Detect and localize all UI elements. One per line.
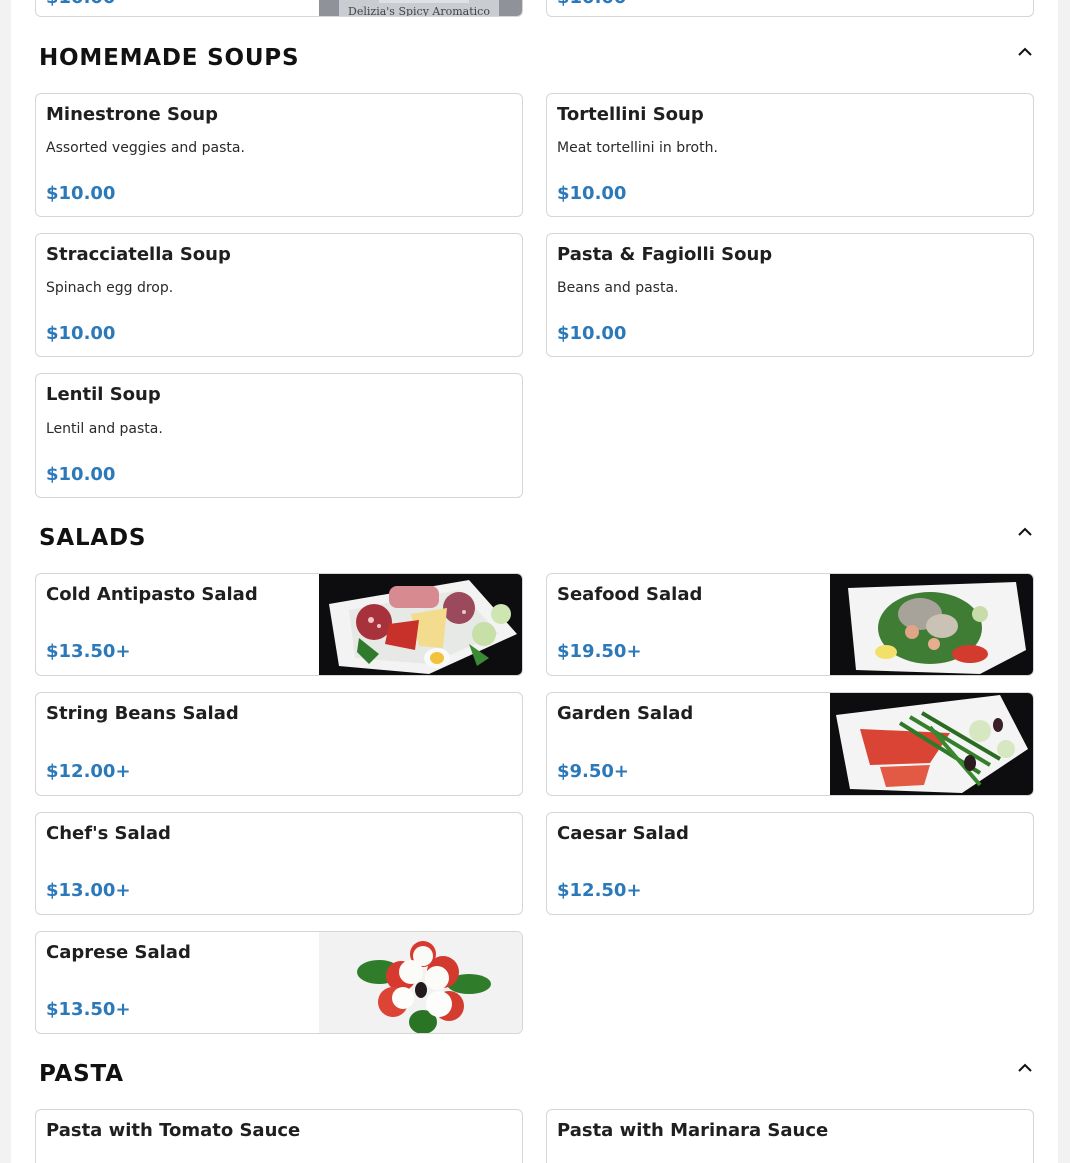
item-description: Beans and pasta. [557,280,679,296]
section-title-soups: HOMEMADE SOUPS [39,45,300,71]
item-description: Meat tortellini in broth. [557,140,718,156]
item-price: $10.00 [46,323,116,344]
menu-item-card[interactable]: Minestrone Soup Assorted veggies and pas… [35,93,523,217]
item-price: $13.00+ [46,880,131,901]
chevron-up-icon[interactable] [1016,525,1034,539]
item-name: Minestrone Soup [46,104,218,125]
item-description: Assorted veggies and pasta. [46,140,245,156]
item-description: Lentil and pasta. [46,421,163,437]
item-name: Tortellini Soup [557,104,704,125]
item-price: $10.00 [557,323,627,344]
item-name: Lentil Soup [46,384,161,405]
item-photo: Delizia's Spicy Aromatico [319,0,522,16]
item-name: String Beans Salad [46,703,239,724]
item-photo [830,574,1033,675]
menu-item-card[interactable]: Lentil Soup Lentil and pasta. $10.00 [35,373,523,498]
item-price: $10.00 [46,0,115,8]
menu-item-card[interactable]: Caesar Salad $12.50+ [546,812,1034,915]
menu-item-card[interactable]: Tortellini Soup Meat tortellini in broth… [546,93,1034,217]
item-name: Cold Antipasto Salad [46,584,258,605]
menu-page: $10.00 Delizia's Spicy Aromatico $10.00 … [11,0,1058,1163]
menu-item-card[interactable]: String Beans Salad $12.00+ [35,692,523,796]
menu-item-card[interactable]: $10.00 [546,0,1034,17]
item-name: Seafood Salad [557,584,703,605]
menu-item-card[interactable]: Stracciatella Soup Spinach egg drop. $10… [35,233,523,357]
chevron-up-icon[interactable] [1016,45,1034,59]
item-price: $10.00 [46,464,116,485]
menu-item-card[interactable]: Garden Salad $9.50+ [546,692,1034,796]
item-price: $13.50+ [46,641,131,662]
menu-item-card[interactable]: Cold Antipasto Salad $13.50+ [35,573,523,676]
menu-item-card[interactable]: Pasta with Marinara Sauce [546,1109,1034,1163]
item-price: $10.00 [557,0,626,8]
item-photo [319,574,522,675]
item-photo [830,693,1033,795]
menu-item-card[interactable]: $10.00 Delizia's Spicy Aromatico [35,0,523,17]
item-name: Pasta with Marinara Sauce [557,1120,829,1141]
item-price: $9.50+ [557,761,630,782]
item-photo [319,932,522,1033]
item-price: $10.00 [46,183,116,204]
item-name: Caprese Salad [46,942,191,963]
item-price: $12.00+ [46,761,131,782]
chevron-up-icon[interactable] [1016,1061,1034,1075]
item-price: $10.00 [557,183,627,204]
item-description: Spinach egg drop. [46,280,174,296]
item-name: Stracciatella Soup [46,244,231,265]
item-price: $19.50+ [557,641,642,662]
section-title-salads: SALADS [39,525,147,551]
photo-caption: Delizia's Spicy Aromatico [348,5,490,16]
item-name: Pasta with Tomato Sauce [46,1120,301,1141]
section-title-pasta: PASTA [39,1061,124,1087]
item-name: Pasta & Fagiolli Soup [557,244,773,265]
item-price: $13.50+ [46,999,131,1020]
menu-item-card[interactable]: Pasta with Tomato Sauce [35,1109,523,1163]
item-name: Garden Salad [557,703,694,724]
menu-item-card[interactable]: Caprese Salad $13.50+ [35,931,523,1034]
menu-item-card[interactable]: Seafood Salad $19.50+ [546,573,1034,676]
item-name: Chef's Salad [46,823,171,844]
item-price: $12.50+ [557,880,642,901]
menu-item-card[interactable]: Chef's Salad $13.00+ [35,812,523,915]
menu-item-card[interactable]: Pasta & Fagiolli Soup Beans and pasta. $… [546,233,1034,357]
item-name: Caesar Salad [557,823,689,844]
